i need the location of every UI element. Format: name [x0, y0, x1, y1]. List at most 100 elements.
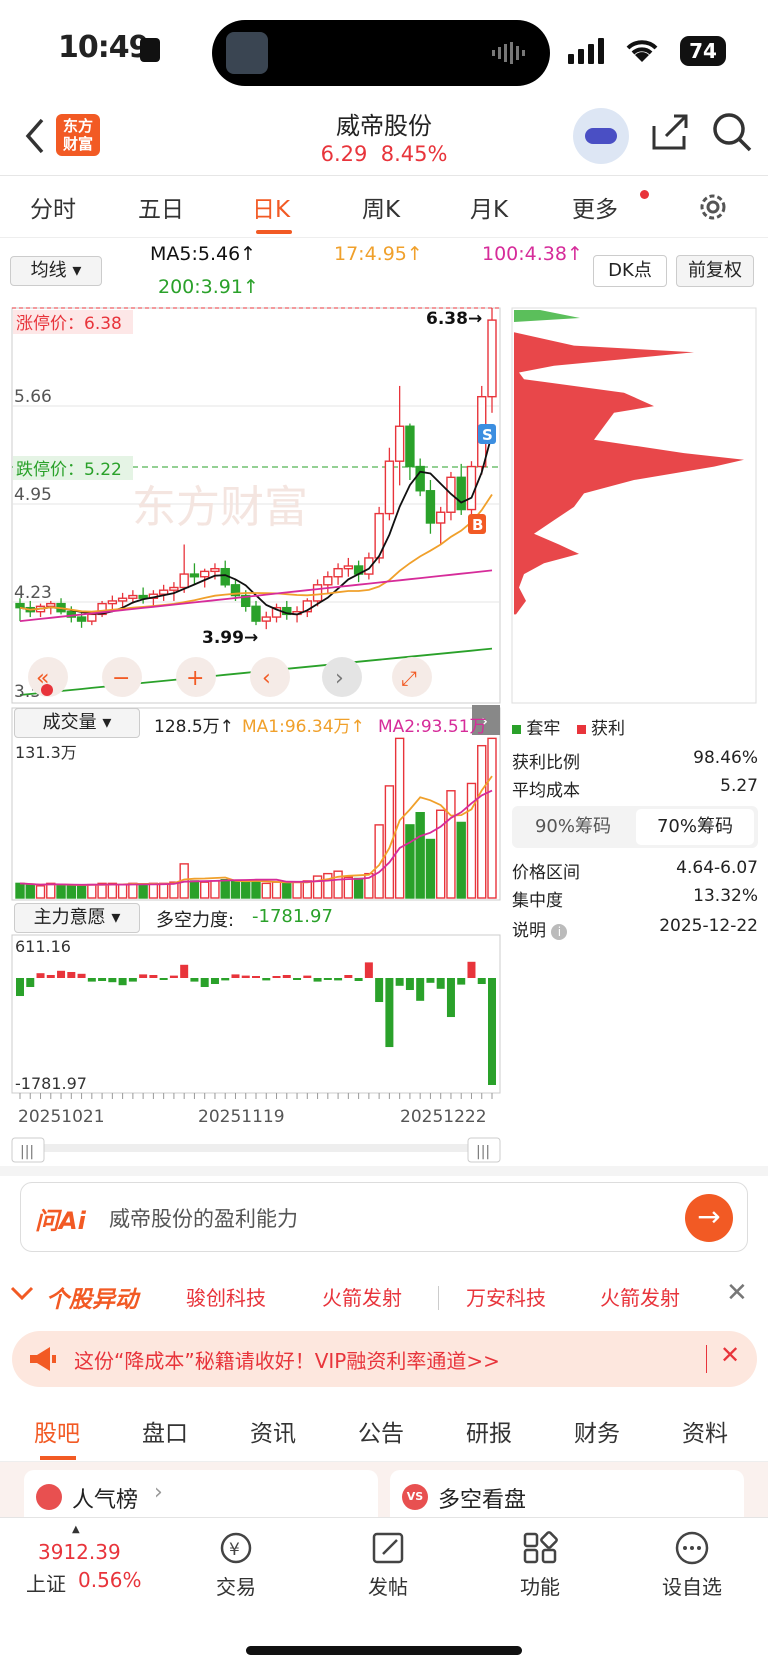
candle-body [312, 584, 323, 602]
sentiment-bar [210, 978, 219, 985]
note-row: 说明 i 2025-12-22 [512, 916, 758, 941]
tab-90-chips[interactable]: 90%筹码 [512, 806, 634, 848]
edit-icon [372, 1532, 404, 1564]
close-icon[interactable]: ✕ [726, 1278, 748, 1308]
volume-bar [405, 824, 415, 899]
volume-bar [87, 883, 97, 899]
mover-item[interactable]: 火箭发射 [322, 1282, 402, 1311]
sentiment-bar [36, 973, 45, 978]
volume-ma2: MA2:93.51万 [378, 717, 487, 737]
ai-search-bar[interactable]: 问Ai 威帝股份的盈利能力 → [20, 1182, 748, 1252]
sentiment-bar [385, 978, 394, 1048]
popularity-card[interactable]: 人气榜 › [24, 1470, 378, 1517]
sentiment-bar [200, 978, 209, 988]
stock-movers-bar: 个股异动 骏创科技 火箭发射 万安科技 火箭发射 ✕ [0, 1268, 768, 1328]
sentiment-bar [98, 978, 107, 982]
tab-pankou[interactable]: 盘口 [142, 1414, 188, 1448]
candle-body [210, 567, 220, 573]
tab-guba[interactable]: 股吧 [34, 1414, 80, 1448]
indicator2-selector[interactable]: 主力意愿 ▾ [14, 903, 140, 933]
tab-news[interactable]: 资讯 [250, 1414, 296, 1448]
concentration-row: 集中度 13.32% [512, 886, 758, 911]
sentiment-bar [457, 978, 466, 985]
sentiment-bar [282, 974, 291, 978]
sentiment-bar [77, 973, 86, 978]
volume-bar [25, 883, 35, 899]
bottom-tab-bar: ▲ 3912.39 上证 0.56% ¥ 交易 发帖 功能 设自选 [0, 1517, 768, 1665]
volume-bar [138, 883, 148, 899]
ai-prompt: 威帝股份的盈利能力 [109, 1207, 298, 1231]
candle-body [384, 460, 395, 515]
volume-bar [353, 877, 364, 899]
date-label-start: 20251021 [18, 1107, 105, 1127]
indicator-top-tick: 611.16 [15, 937, 71, 956]
chevron-down-icon[interactable] [10, 1286, 34, 1302]
bull-bear-card[interactable]: VS 多空看盘 [390, 1470, 744, 1517]
sentiment-bar [221, 978, 230, 981]
volume-bar [15, 882, 25, 899]
sentiment-bar [323, 978, 332, 980]
tab-profile[interactable]: 资料 [682, 1414, 728, 1448]
sentiment-bar [405, 978, 414, 991]
candle-body [394, 425, 405, 462]
sentiment-bar [364, 962, 373, 978]
tab-announcements[interactable]: 公告 [358, 1414, 404, 1448]
volume-bar [148, 882, 159, 899]
volume-bar [292, 881, 302, 899]
tabbar-add-watchlist[interactable]: 设自选 [632, 1530, 752, 1600]
volume-bar [333, 870, 343, 899]
volume-bar [312, 875, 323, 899]
candle-body [158, 589, 169, 595]
sentiment-bar [46, 974, 55, 978]
tab-finance[interactable]: 财务 [574, 1414, 620, 1448]
megaphone-icon [30, 1347, 56, 1371]
candle-body [251, 605, 261, 622]
profit-ratio-row: 获利比例 98.46% [512, 748, 758, 773]
date-label-mid: 20251119 [198, 1107, 285, 1127]
sentiment-bar [241, 975, 250, 978]
svg-text:−: − [112, 666, 130, 691]
banner-close-icon[interactable]: ✕ [720, 1341, 740, 1369]
volume-bar [199, 881, 210, 899]
sentiment-bar [426, 978, 435, 983]
home-indicator [246, 1646, 522, 1655]
sell-signal-text: S [482, 426, 493, 444]
range-slider-track[interactable] [12, 1144, 500, 1152]
index-widget[interactable]: ▲ 3912.39 上证 0.56% [20, 1524, 160, 1604]
volume-selector[interactable]: 成交量 ▾ [14, 708, 140, 738]
feature-cards: 人气榜 › VS 多空看盘 [0, 1462, 768, 1517]
sentiment-bar [313, 978, 322, 982]
sentiment-bar [334, 978, 343, 981]
sentiment-bar [416, 978, 425, 1001]
sentiment-bar [252, 976, 260, 978]
tabbar-trade[interactable]: ¥ 交易 [176, 1530, 296, 1600]
sentiment-bar [354, 978, 363, 982]
ai-submit-button[interactable]: → [685, 1194, 733, 1242]
tabbar-functions[interactable]: 功能 [480, 1530, 600, 1600]
tab-70-chips[interactable]: 70%筹码 [636, 809, 754, 845]
sentiment-bar [108, 978, 117, 983]
info-icon[interactable]: i [551, 924, 568, 940]
mover-item[interactable]: 万安科技 [466, 1282, 546, 1311]
volume-top-tick: 131.3万 [15, 743, 77, 762]
profit-legend-label: 获利 [591, 719, 626, 739]
volume-bar [220, 879, 230, 899]
candle-body [435, 511, 446, 524]
chip-tab-group: 90%筹码 70%筹码 [512, 806, 758, 848]
promo-banner[interactable]: 这份“降成本”秘籍请收好！VIP融资利率通道>> ✕ [12, 1331, 757, 1387]
candle-body [456, 476, 466, 511]
mover-item[interactable]: 火箭发射 [600, 1282, 680, 1311]
tabbar-functions-label: 功能 [520, 1575, 560, 1599]
candle-body [261, 616, 271, 622]
ai-brand: 问Ai [35, 1207, 86, 1235]
sentiment-bar [262, 978, 271, 981]
tab-research[interactable]: 研报 [466, 1414, 512, 1448]
mover-divider [438, 1286, 439, 1310]
sentiment-bar [395, 978, 404, 986]
mover-item[interactable]: 骏创科技 [186, 1282, 266, 1311]
volume-bar [210, 880, 220, 899]
tabbar-post[interactable]: 发帖 [328, 1530, 448, 1600]
volume-bar [477, 744, 487, 899]
svg-text:¥: ¥ [229, 1540, 240, 1560]
sentiment-bar [190, 978, 199, 982]
